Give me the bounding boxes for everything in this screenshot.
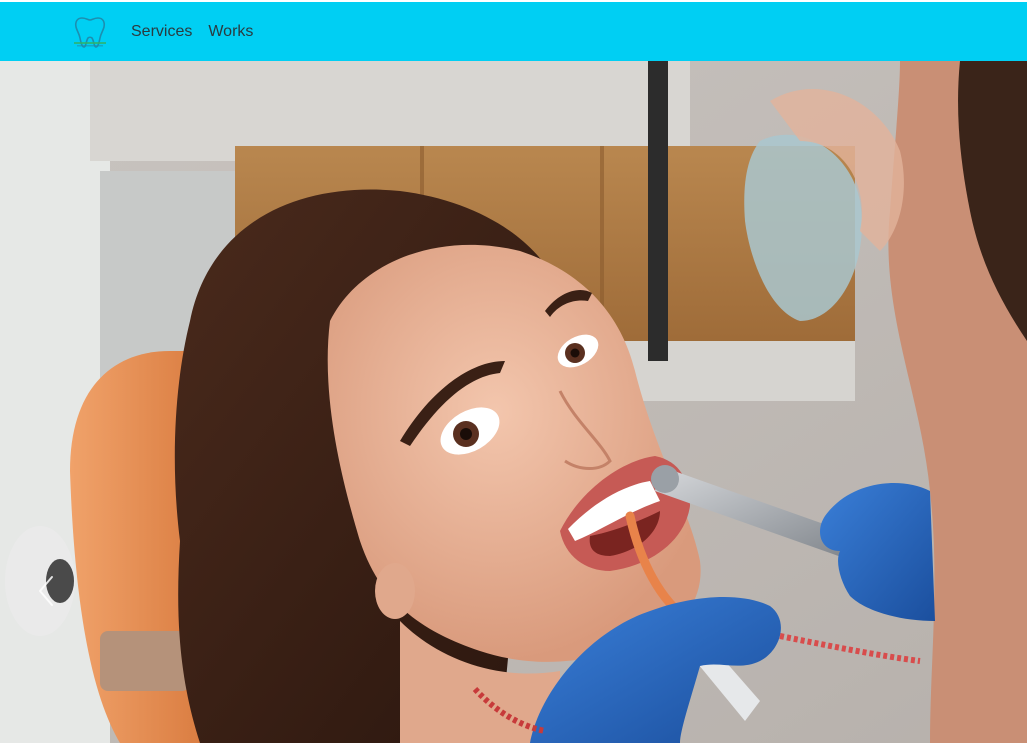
site-logo[interactable]	[70, 14, 110, 50]
chevron-left-icon	[39, 576, 53, 606]
chevron-right-icon	[969, 573, 993, 609]
carousel-prev-button[interactable]	[22, 561, 70, 621]
dental-patient-photo	[0, 61, 1027, 743]
nav-link-services[interactable]: Services	[131, 23, 192, 40]
tooth-icon	[74, 17, 106, 48]
nav-link-works[interactable]: Works	[208, 23, 253, 40]
navbar: Services Works	[0, 2, 1027, 61]
main-nav: Services Works	[131, 2, 253, 61]
page: Services Works	[0, 0, 1027, 743]
hero-carousel	[0, 61, 1027, 743]
